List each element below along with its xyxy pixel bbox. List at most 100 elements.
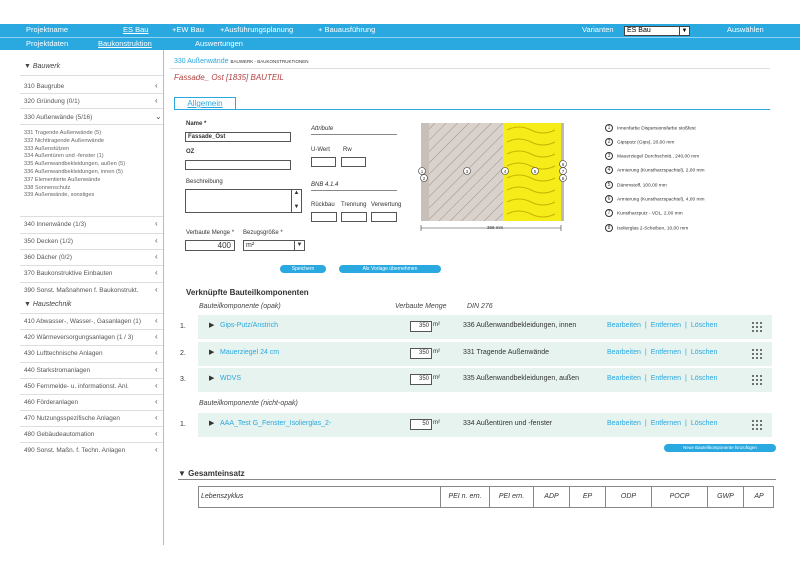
chevron-left-icon[interactable]: ‹	[155, 81, 158, 90]
chevron-left-icon[interactable]: ‹	[155, 316, 158, 325]
trennung-field[interactable]	[341, 212, 367, 222]
als-vorlage-button[interactable]: Als Vorlage übernehmen	[339, 265, 441, 273]
sidebar-item[interactable]: 430 Lufttechnische Anlagen	[24, 350, 162, 357]
remove-link[interactable]: Entfernen	[651, 322, 681, 329]
sidebar-item[interactable]: 410 Abwasser-, Wasser-, Gasanlagen (1)	[24, 318, 162, 325]
column-header[interactable]: POCP	[651, 486, 707, 508]
play-icon[interactable]: ▶	[209, 374, 214, 382]
verbaute-menge-field[interactable]: 400	[185, 240, 235, 251]
chevron-left-icon[interactable]: ‹	[155, 268, 158, 277]
sidebar-item[interactable]: 480 Gebäudeautomation	[24, 431, 162, 438]
delete-link[interactable]: Löschen	[691, 322, 717, 329]
edit-link[interactable]: Bearbeiten	[607, 349, 641, 356]
sidebar-subitem[interactable]: 338 Sonnenschutz	[24, 185, 70, 191]
beschreibung-textarea[interactable]: ▲ ▼	[185, 189, 302, 213]
sidebar-item[interactable]: 420 Wärmeversorgungsanlagen (1 / 3)	[24, 334, 162, 341]
sidebar-item[interactable]: 360 Dächer (0/2)	[24, 254, 162, 261]
edit-link[interactable]: Bearbeiten	[607, 375, 641, 382]
oz-field[interactable]	[185, 160, 291, 170]
sidebar-subitem[interactable]: 334 Außentüren und -fenster (1)	[24, 153, 104, 159]
chevron-left-icon[interactable]: ‹	[155, 413, 158, 422]
chevron-left-icon[interactable]: ‹	[155, 381, 158, 390]
column-header[interactable]: AP	[743, 486, 774, 508]
drag-handle-icon[interactable]	[751, 321, 763, 333]
sidebar-subitem[interactable]: 337 Elementierte Außenwände	[24, 177, 101, 183]
chevron-left-icon[interactable]: ‹	[155, 252, 158, 261]
component-name-link[interactable]: Mauerziegel 24 cm	[220, 349, 279, 356]
speichern-button[interactable]: Speichern	[280, 265, 326, 273]
component-name-link[interactable]: WDVS	[220, 375, 241, 382]
chevron-left-icon[interactable]: ‹	[155, 236, 158, 245]
drag-handle-icon[interactable]	[751, 348, 763, 360]
sidebar-subitem[interactable]: 339 Außenwände, sonstiges	[24, 192, 94, 198]
sidebar-item[interactable]: 340 Innenwände (1/3)	[24, 221, 162, 228]
column-header[interactable]: ODP	[605, 486, 651, 508]
sidebar-item[interactable]: 320 Gründung (0/1)	[24, 98, 162, 105]
bezugsgroesse-select[interactable]: m² ▼	[243, 240, 305, 251]
rw-field[interactable]	[341, 157, 366, 167]
component-name-link[interactable]: AAA_Test G_Fenster_Isolierglas_2-	[220, 420, 331, 427]
delete-link[interactable]: Löschen	[691, 375, 717, 382]
column-header[interactable]: EP	[569, 486, 605, 508]
delete-link[interactable]: Löschen	[691, 349, 717, 356]
sidebar-subitem[interactable]: 331 Tragende Außenwände (5)	[24, 130, 101, 136]
sidebar-item[interactable]: 350 Decken (1/2)	[24, 238, 162, 245]
component-quantity-field[interactable]: 50	[410, 419, 432, 430]
name-field[interactable]: Fassade_Ost	[185, 132, 291, 142]
remove-link[interactable]: Entfernen	[651, 420, 681, 427]
uwert-field[interactable]	[311, 157, 336, 167]
haustechnik-head[interactable]: ▼ Haustechnik	[24, 301, 71, 308]
sidebar-subitem[interactable]: 335 Außenwandbekleidungen, außen (5)	[24, 161, 125, 167]
sidebar-item[interactable]: 490 Sonst. Maßn. f. Techn. Anlagen	[24, 447, 162, 454]
column-header[interactable]: GWP	[707, 486, 743, 508]
sidebar-item[interactable]: 470 Nutzungsspezifische Anlagen	[24, 415, 162, 422]
play-icon[interactable]: ▶	[209, 321, 214, 329]
sidebar-subitem[interactable]: 333 Außenstützen	[24, 146, 69, 152]
chevron-left-icon[interactable]: ‹	[155, 219, 158, 228]
component-quantity-field[interactable]: 350	[410, 374, 432, 385]
chevron-left-icon[interactable]: ‹	[155, 397, 158, 406]
component-quantity-field[interactable]: 350	[410, 348, 432, 359]
sidebar-subitem[interactable]: 332 Nichttragende Außenwände	[24, 138, 104, 144]
sidebar-item[interactable]: 370 Baukonstruktive Einbauten	[24, 270, 162, 277]
column-header[interactable]: PEI n. ern.	[440, 486, 489, 508]
chevron-down-icon[interactable]: ⌄	[155, 112, 162, 121]
component-name-link[interactable]: Gips-Putz/Anstrich	[220, 322, 278, 329]
ew-bau-link[interactable]: +EW Bau	[172, 25, 204, 34]
remove-link[interactable]: Entfernen	[651, 349, 681, 356]
edit-link[interactable]: Bearbeiten	[607, 322, 641, 329]
bauwerk-head[interactable]: ▼ Bauwerk	[24, 63, 60, 70]
rueckbau-field[interactable]	[311, 212, 337, 222]
bauausfuehrung-link[interactable]: + Bauausführung	[318, 25, 375, 34]
drag-handle-icon[interactable]	[751, 419, 763, 431]
edit-link[interactable]: Bearbeiten	[607, 420, 641, 427]
textarea-scrollbar[interactable]: ▲ ▼	[291, 190, 301, 212]
tab-projektdaten[interactable]: Projektdaten	[26, 39, 68, 48]
chevron-left-icon[interactable]: ‹	[155, 348, 158, 357]
sidebar-subitem[interactable]: 336 Außenwandbekleidungen, innen (5)	[24, 169, 123, 175]
chevron-left-icon[interactable]: ‹	[155, 332, 158, 341]
es-bau-link[interactable]: ES Bau	[123, 25, 148, 34]
sidebar-item[interactable]: 450 Fernmelde- u. informationst. Anl.	[24, 383, 162, 390]
tab-auswertungen[interactable]: Auswertungen	[195, 39, 243, 48]
sidebar-item[interactable]: 310 Baugrube	[24, 83, 162, 90]
verwertung-field[interactable]	[371, 212, 397, 222]
play-icon[interactable]: ▶	[209, 348, 214, 356]
sidebar-item[interactable]: 390 Sonst. Maßnahmen f. Baukonstrukt.	[24, 287, 162, 294]
gesamteinsatz-heading[interactable]: ▼ Gesamteinsatz	[178, 469, 245, 478]
new-component-button[interactable]: Neue Bauteilkomponente hinzufügen	[664, 444, 776, 452]
drag-handle-icon[interactable]	[751, 374, 763, 386]
column-header[interactable]: Lebenszyklus	[198, 486, 440, 508]
variant-select[interactable]: ES Bau ▼	[624, 26, 690, 36]
chevron-left-icon[interactable]: ‹	[155, 429, 158, 438]
chevron-left-icon[interactable]: ‹	[155, 445, 158, 454]
chevron-left-icon[interactable]: ‹	[155, 365, 158, 374]
project-name-link[interactable]: Projektname	[26, 25, 68, 34]
column-header[interactable]: ADP	[533, 486, 569, 508]
sidebar-item[interactable]: 460 Förderanlagen	[24, 399, 162, 406]
sidebar-item[interactable]: 330 Außenwände (5/16)	[24, 114, 162, 121]
delete-link[interactable]: Löschen	[691, 420, 717, 427]
tab-baukonstruktion[interactable]: Baukonstruktion	[98, 39, 152, 48]
auswaehlen-button[interactable]: Auswählen	[727, 25, 764, 34]
ausfuehrungsplanung-link[interactable]: +Ausführungsplanung	[220, 25, 293, 34]
